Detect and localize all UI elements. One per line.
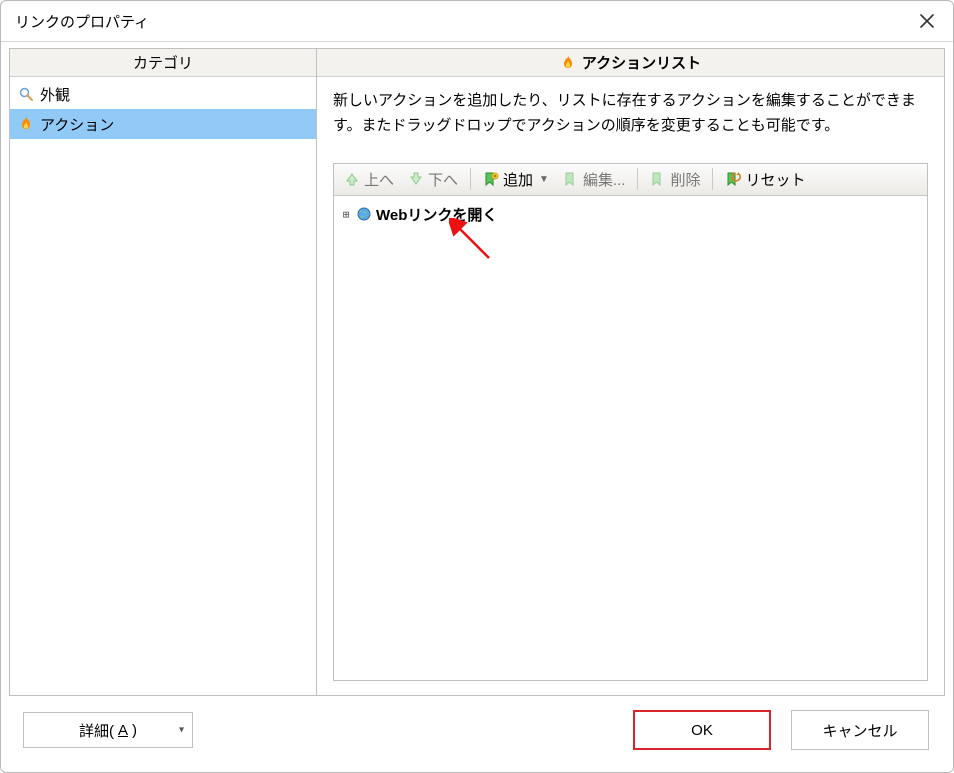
chevron-down-icon: ▾	[179, 725, 184, 736]
tree-expand-icon[interactable]: ⊞	[340, 208, 352, 221]
details-dropdown[interactable]: 詳細(A) ▾	[23, 712, 193, 748]
category-label: アクション	[40, 114, 114, 135]
bookmark-delete-icon	[650, 171, 666, 187]
arrow-up-icon	[344, 171, 360, 187]
action-list-description: 新しいアクションを追加したり、リストに存在するアクションを編集することができます…	[317, 77, 944, 149]
close-icon[interactable]	[911, 5, 943, 37]
magnifier-icon	[18, 86, 34, 102]
toolbar-separator	[712, 168, 713, 190]
toolbar-add-button[interactable]: 追加 ▼	[477, 167, 555, 192]
bookmark-reset-icon	[725, 171, 741, 187]
chevron-down-icon: ▼	[539, 174, 549, 185]
toolbar-down-label: 下へ	[428, 169, 458, 190]
ok-button-label: OK	[691, 722, 713, 739]
toolbar-add-label: 追加	[503, 169, 533, 190]
category-list: 外観 アクション	[10, 77, 316, 695]
cancel-button[interactable]: キャンセル	[791, 710, 929, 750]
category-item-appearance[interactable]: 外観	[10, 79, 316, 109]
titlebar: リンクのプロパティ	[1, 1, 953, 41]
cancel-button-label: キャンセル	[822, 720, 897, 741]
category-header: カテゴリ	[10, 49, 316, 77]
bookmark-edit-icon	[563, 171, 579, 187]
toolbar-delete-button[interactable]: 削除	[644, 167, 706, 192]
action-list-pane: アクションリスト 新しいアクションを追加したり、リストに存在するアクションを編集…	[317, 48, 945, 696]
toolbar-delete-label: 削除	[670, 169, 700, 190]
toolbar-edit-label: 編集...	[583, 169, 626, 190]
actions-toolbar: 上へ 下へ 追加 ▼	[334, 164, 927, 196]
flame-icon	[18, 116, 34, 132]
globe-icon	[356, 206, 372, 222]
toolbar-reset-label: リセット	[745, 169, 805, 190]
toolbar-edit-button[interactable]: 編集...	[557, 167, 632, 192]
action-item[interactable]: ⊞ Webリンクを開く	[338, 202, 923, 227]
flame-icon	[560, 55, 576, 71]
category-label: 外観	[40, 84, 70, 105]
category-pane: カテゴリ 外観 アクション	[9, 48, 317, 696]
ok-button[interactable]: OK	[633, 710, 771, 750]
action-list-header-label: アクションリスト	[582, 52, 701, 73]
dialog-footer: 詳細(A) ▾ OK キャンセル	[1, 702, 953, 772]
toolbar-down-button[interactable]: 下へ	[402, 167, 464, 192]
dialog-body: カテゴリ 外観 アクション	[1, 41, 953, 702]
details-label-prefix: 詳細(	[79, 720, 114, 741]
action-item-label: Webリンクを開く	[376, 204, 497, 225]
category-item-actions[interactable]: アクション	[10, 109, 316, 139]
toolbar-separator	[470, 168, 471, 190]
toolbar-separator	[637, 168, 638, 190]
actions-list: ⊞ Webリンクを開く	[334, 196, 927, 681]
details-label-suffix: )	[132, 722, 137, 739]
link-properties-dialog: リンクのプロパティ カテゴリ 外観 アクション	[0, 0, 954, 773]
dialog-title: リンクのプロパティ	[15, 11, 911, 32]
toolbar-up-button[interactable]: 上へ	[338, 167, 400, 192]
bookmark-add-icon	[483, 171, 499, 187]
toolbar-up-label: 上へ	[364, 169, 394, 190]
details-accelerator: A	[118, 722, 128, 739]
toolbar-reset-button[interactable]: リセット	[719, 167, 811, 192]
actions-inner-panel: 上へ 下へ 追加 ▼	[333, 163, 928, 682]
arrow-down-icon	[408, 171, 424, 187]
action-list-header: アクションリスト	[317, 49, 944, 77]
